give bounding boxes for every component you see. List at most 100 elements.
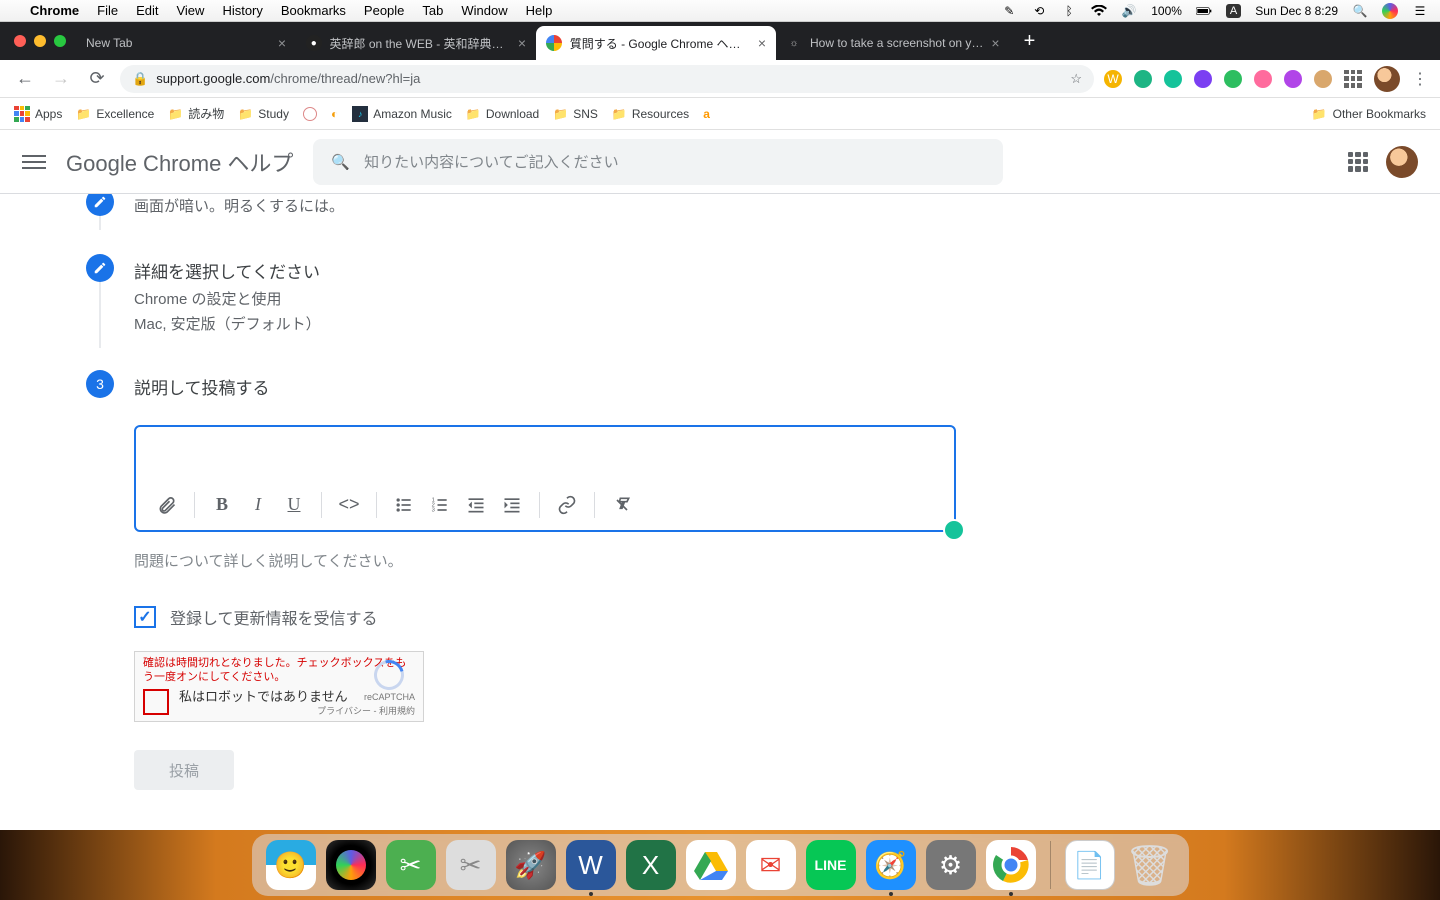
italic-icon[interactable]: I (243, 490, 273, 520)
bookmark-folder[interactable]: 📁Study (238, 107, 289, 121)
siri-menubar-icon[interactable] (1382, 3, 1398, 19)
app-icon[interactable]: ✂ (386, 840, 436, 890)
spotlight-icon[interactable]: 🔍 (1352, 3, 1368, 19)
app-icon[interactable]: ✂︎ (446, 840, 496, 890)
menu-history[interactable]: History (222, 3, 262, 18)
recaptcha-checkbox[interactable] (143, 689, 169, 715)
profile-avatar[interactable] (1374, 66, 1400, 92)
evernote-icon[interactable] (1224, 70, 1242, 88)
numbered-list-icon[interactable]: 123 (425, 490, 455, 520)
evernote-menubar-icon[interactable]: ✎ (1001, 3, 1017, 19)
grammarly-badge-icon[interactable] (943, 519, 965, 541)
post-button[interactable]: 投稿 (134, 750, 234, 790)
settings-icon[interactable]: ⚙ (926, 840, 976, 890)
menu-bookmarks[interactable]: Bookmarks (281, 3, 346, 18)
menu-help[interactable]: Help (526, 3, 553, 18)
bookmark-star-icon[interactable]: ☆ (1070, 71, 1082, 87)
siri-icon[interactable] (326, 840, 376, 890)
step-edit-icon[interactable] (86, 194, 114, 216)
wifi-icon[interactable] (1091, 3, 1107, 19)
step-edit-icon[interactable] (86, 254, 114, 282)
menu-window[interactable]: Window (461, 3, 507, 18)
bookmark-folder[interactable]: 📁Download (466, 107, 539, 121)
minimize-window-button[interactable] (34, 35, 46, 47)
gmail-icon[interactable]: ✉ (746, 840, 796, 890)
chrome-icon[interactable] (986, 840, 1036, 890)
other-bookmarks[interactable]: Other Bookmarks (1333, 107, 1426, 121)
menu-view[interactable]: View (176, 3, 204, 18)
bookmark-amazon[interactable]: a (703, 107, 710, 121)
code-icon[interactable]: <> (334, 490, 364, 520)
excel-icon[interactable]: X (626, 840, 676, 890)
extension-icon[interactable] (1284, 70, 1302, 88)
new-tab-button[interactable]: + (1010, 30, 1050, 53)
menu-tab[interactable]: Tab (422, 3, 443, 18)
hamburger-menu-icon[interactable] (22, 150, 46, 174)
document-icon[interactable]: 📄 (1065, 840, 1115, 890)
extension-icon[interactable] (1134, 70, 1152, 88)
forward-button[interactable]: → (48, 66, 74, 92)
extension-icon[interactable] (1314, 70, 1332, 88)
close-window-button[interactable] (14, 35, 26, 47)
bookmark-folder[interactable]: 📁読み物 (168, 105, 224, 122)
bookmark-folder[interactable]: 📁SNS (553, 107, 598, 121)
volume-icon[interactable]: 🔊 (1121, 3, 1137, 19)
reload-button[interactable]: ⟳ (84, 66, 110, 92)
close-tab-icon[interactable]: × (758, 35, 766, 51)
back-button[interactable]: ← (12, 66, 38, 92)
bookmark-amazon-music[interactable]: ♪Amazon Music (352, 106, 452, 122)
extension-icon[interactable] (1254, 70, 1272, 88)
attach-icon[interactable] (152, 490, 182, 520)
extension-icon[interactable] (1194, 70, 1212, 88)
indent-icon[interactable] (497, 490, 527, 520)
menu-edit[interactable]: Edit (136, 3, 158, 18)
notification-center-icon[interactable]: ☰ (1412, 3, 1428, 19)
sync-menubar-icon[interactable]: ⟲ (1031, 3, 1047, 19)
checkbox-icon[interactable]: ✓ (134, 606, 156, 628)
menu-file[interactable]: File (97, 3, 118, 18)
close-tab-icon[interactable]: × (518, 35, 526, 51)
underline-icon[interactable]: U (279, 490, 309, 520)
address-bar[interactable]: 🔒 support.google.com/chrome/thread/new?h… (120, 65, 1094, 93)
description-editor[interactable]: B I U <> 123 (134, 425, 956, 532)
tab-google-help[interactable]: 質問する - Google Chrome ヘル… × (536, 26, 776, 60)
tab-screenshot-howto[interactable]: ☼ How to take a screenshot on y… × (776, 26, 1010, 60)
finder-icon[interactable]: 🙂 (266, 840, 316, 890)
google-drive-icon[interactable] (686, 840, 736, 890)
bookmark-item[interactable]: ◐ (331, 107, 338, 121)
trash-icon[interactable]: 🗑 (1125, 840, 1175, 890)
bookmark-folder[interactable]: 📁Excellence (76, 107, 154, 121)
bookmark-folder[interactable]: 📁Resources (612, 107, 689, 121)
bluetooth-icon[interactable]: ᛒ (1061, 3, 1077, 19)
bookmark-item[interactable] (303, 107, 317, 121)
outdent-icon[interactable] (461, 490, 491, 520)
bullet-list-icon[interactable] (389, 490, 419, 520)
google-apps-icon[interactable] (1348, 152, 1368, 172)
clock[interactable]: Sun Dec 8 8:29 (1255, 4, 1338, 18)
fullscreen-window-button[interactable] (54, 35, 66, 47)
word-icon[interactable]: W (566, 840, 616, 890)
bold-icon[interactable]: B (207, 490, 237, 520)
line-icon[interactable]: LINE (806, 840, 856, 890)
input-source-icon[interactable]: A (1226, 4, 1241, 18)
close-tab-icon[interactable]: × (991, 35, 999, 51)
tab-eijiro[interactable]: ● 英辞郎 on the WEB - 英和辞典・… × (296, 26, 536, 60)
subscribe-checkbox-row[interactable]: ✓ 登録して更新情報を受信する (134, 605, 1020, 629)
clear-format-icon[interactable] (607, 490, 637, 520)
account-avatar[interactable] (1386, 146, 1418, 178)
tab-new-tab[interactable]: New Tab × (76, 26, 296, 60)
apps-icon[interactable] (1344, 70, 1362, 88)
launchpad-icon[interactable]: 🚀 (506, 840, 556, 890)
close-tab-icon[interactable]: × (278, 35, 286, 51)
bookmark-apps[interactable]: Apps (14, 106, 62, 122)
recaptcha-links[interactable]: プライバシー - 利用規約 (317, 704, 415, 717)
app-name[interactable]: Chrome (30, 3, 79, 18)
grammarly-icon[interactable] (1164, 70, 1182, 88)
menu-people[interactable]: People (364, 3, 404, 18)
extension-icon[interactable]: W (1104, 70, 1122, 88)
safari-icon[interactable]: 🧭 (866, 840, 916, 890)
battery-icon[interactable] (1196, 3, 1212, 19)
chrome-menu-icon[interactable]: ⋮ (1412, 69, 1428, 89)
help-search-input[interactable]: 🔍 知りたい内容についてご記入ください (313, 139, 1003, 185)
link-icon[interactable] (552, 490, 582, 520)
